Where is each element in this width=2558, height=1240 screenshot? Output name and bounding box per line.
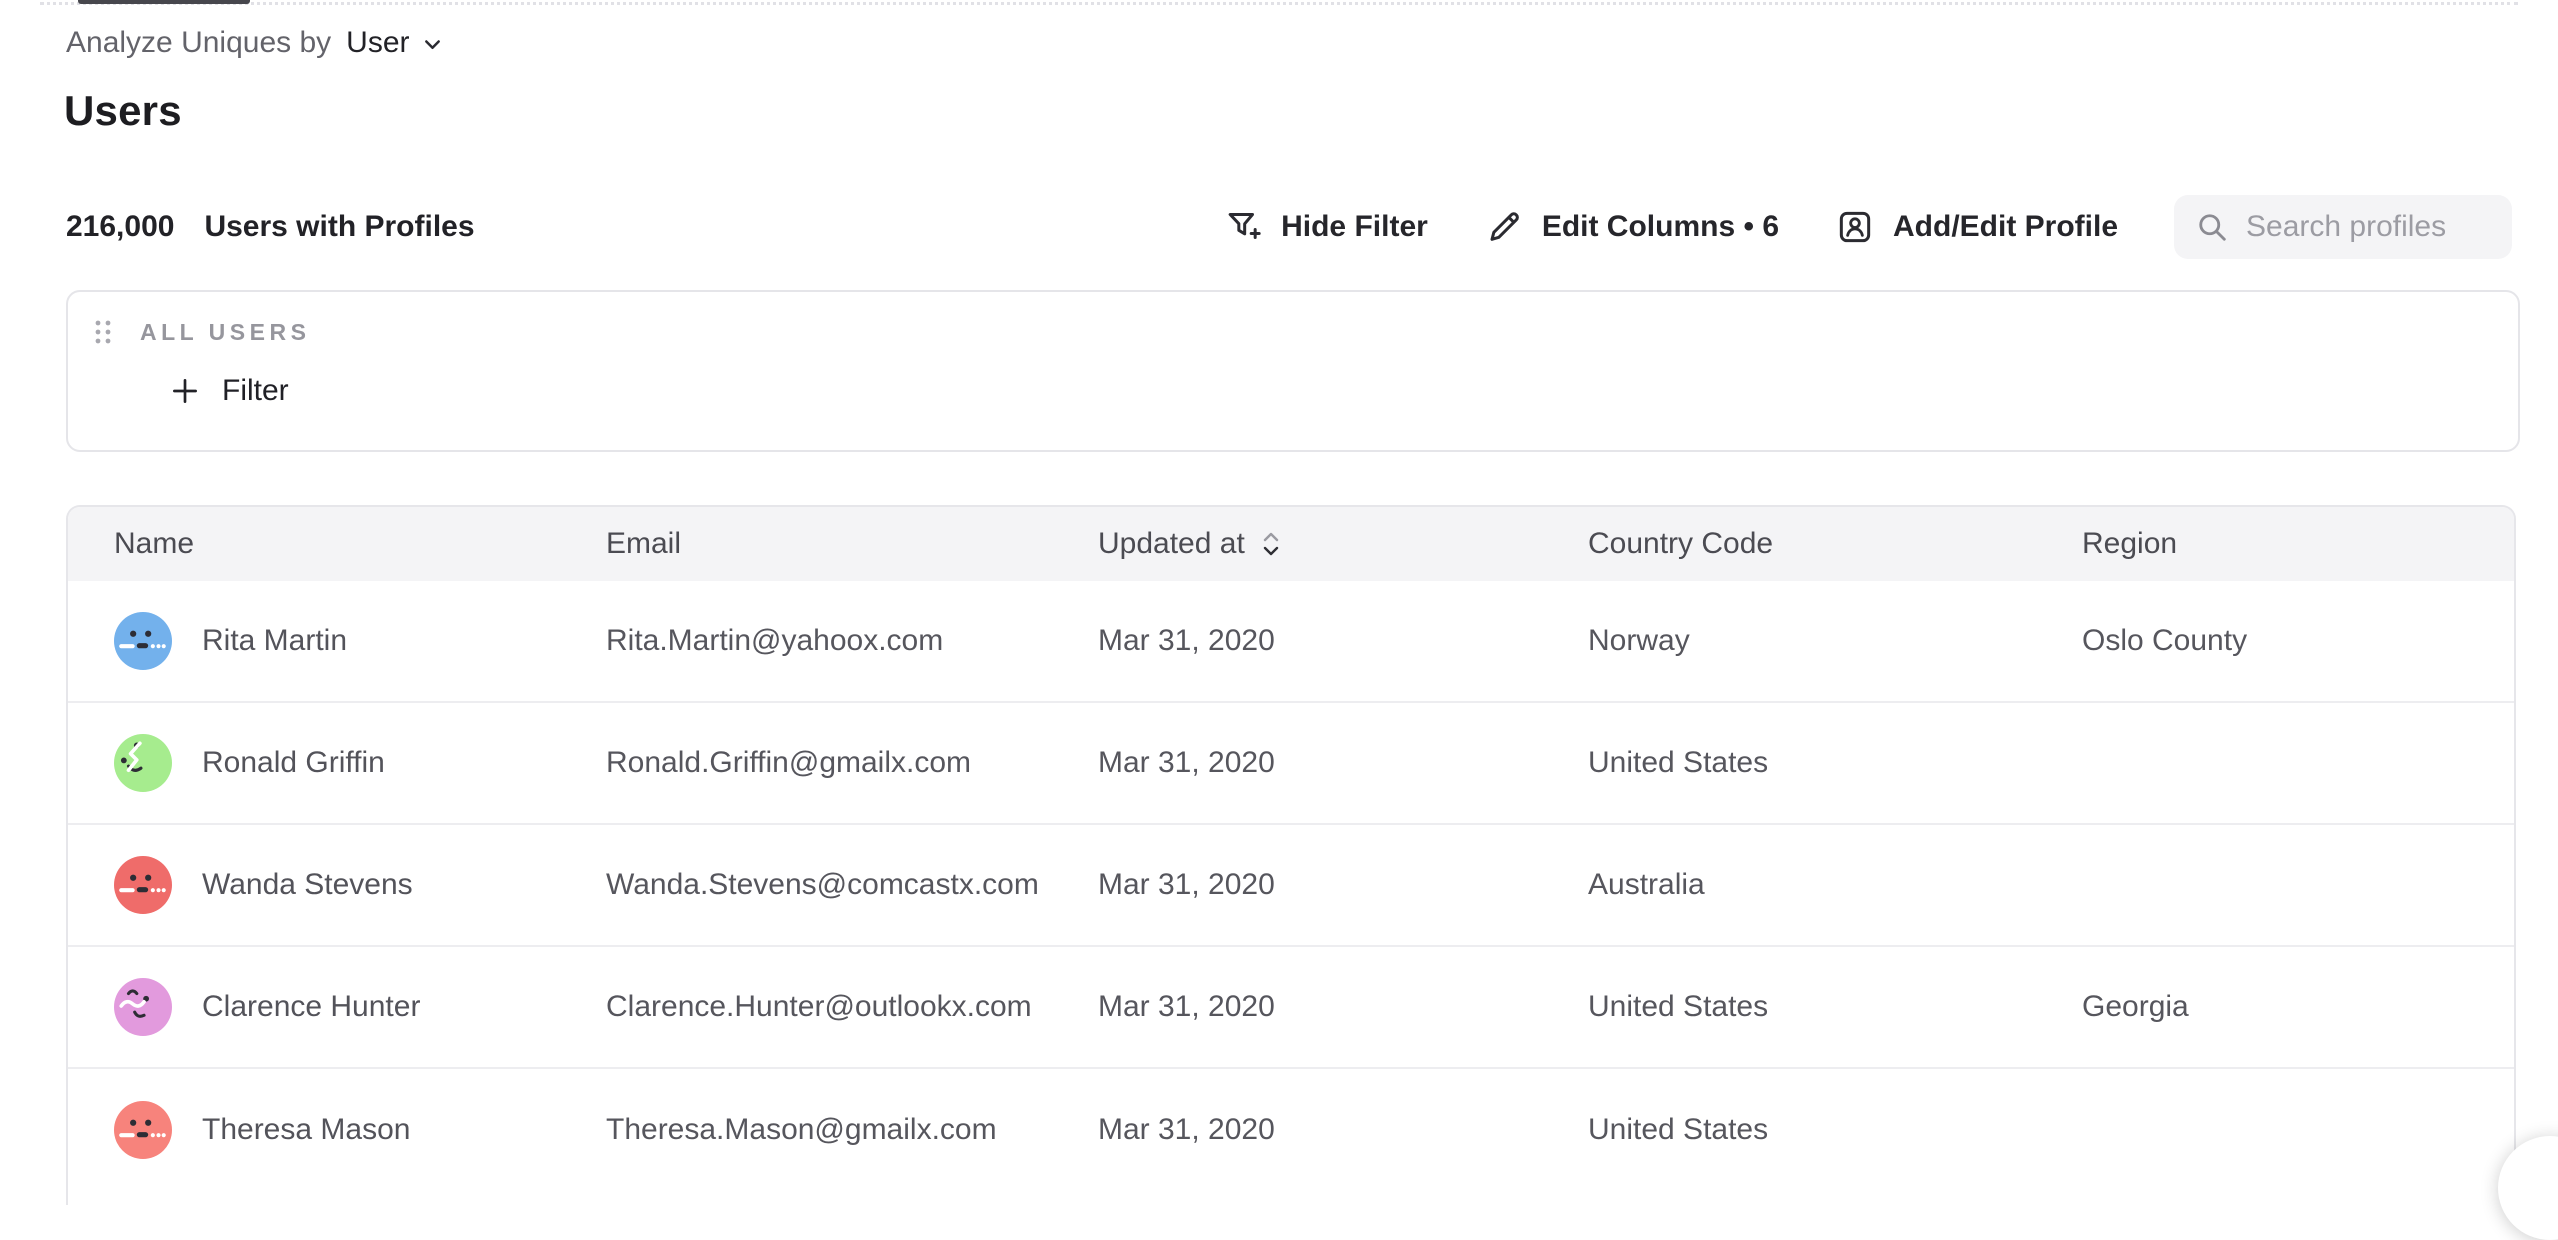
user-updated-at: Mar 31, 2020 [1098,990,1588,1024]
user-updated-at: Mar 31, 2020 [1098,868,1588,902]
column-header-name[interactable]: Name [114,527,606,561]
user-updated-at: Mar 31, 2020 [1098,624,1588,658]
add-filter-button[interactable]: Filter [168,374,289,408]
search-icon [2194,209,2230,245]
user-region: Oslo County [2082,624,2514,658]
user-email: Wanda.Stevens@comcastx.com [606,868,1098,902]
column-header-updated-at[interactable]: Updated at [1098,527,1588,561]
add-edit-profile-button[interactable]: Add/Edit Profile [1835,207,2118,247]
add-edit-profile-label: Add/Edit Profile [1893,210,2118,244]
user-count-label: Users with Profiles [204,210,474,244]
user-email: Clarence.Hunter@outlookx.com [606,990,1098,1024]
column-header-region[interactable]: Region [2082,527,2514,561]
filter-panel: ALL USERS Filter [66,290,2520,452]
user-name-cell: Ronald Griffin [114,734,606,792]
user-name: Rita Martin [202,624,347,658]
chevron-down-icon [419,28,446,58]
uniques-by-value: User [346,24,409,62]
user-name-cell: Wanda Stevens [114,856,606,914]
user-name: Ronald Griffin [202,746,385,780]
user-name-cell: Clarence Hunter [114,978,606,1036]
hide-filter-label: Hide Filter [1281,210,1428,244]
toolbar: 216,000 Users with Profiles Hide Filter … [66,194,2512,260]
pencil-icon [1484,207,1524,247]
scrolled-element-edge [78,0,250,4]
table-row[interactable]: Wanda Stevens Wanda.Stevens@comcastx.com… [68,825,2514,947]
user-country-code: Australia [1588,868,2082,902]
user-count: 216,000 [66,210,174,244]
search-profiles-input[interactable] [2246,210,2492,244]
user-updated-at: Mar 31, 2020 [1098,1113,1588,1147]
page-title: Users [64,84,182,138]
edit-columns-button[interactable]: Edit Columns • 6 [1484,207,1779,247]
user-region: Georgia [2082,990,2514,1024]
user-name-cell: Theresa Mason [114,1101,606,1159]
user-email: Rita.Martin@yahoox.com [606,624,1098,658]
avatar [114,612,172,670]
users-table: Name Email Updated at Country Code Regio… [66,505,2516,1205]
edit-columns-label: Edit Columns • 6 [1542,210,1779,244]
column-header-email[interactable]: Email [606,527,1098,561]
breadcrumb: Analyze Uniques by User [66,24,446,62]
avatar [114,978,172,1036]
user-name: Wanda Stevens [202,868,413,902]
user-country-code: United States [1588,990,2082,1024]
uniques-by-selector[interactable]: User [346,24,445,62]
user-name: Clarence Hunter [202,990,420,1024]
table-row[interactable]: Clarence Hunter Clarence.Hunter@outlookx… [68,947,2514,1069]
drag-handle-icon[interactable] [92,316,114,348]
table-row[interactable]: Rita Martin Rita.Martin@yahoox.com Mar 3… [68,581,2514,703]
analyze-uniques-by-label: Analyze Uniques by [66,24,331,62]
user-name-cell: Rita Martin [114,612,606,670]
plus-icon [168,374,202,408]
toolbar-actions: Hide Filter Edit Columns • 6 Add/Edit Pr… [1223,195,2512,259]
user-count-group: 216,000 Users with Profiles [66,210,475,244]
sort-chevrons-icon[interactable] [1259,527,1283,561]
scrolled-divider-dotted [40,2,2518,5]
user-email: Theresa.Mason@gmailx.com [606,1113,1098,1147]
user-updated-at: Mar 31, 2020 [1098,746,1588,780]
user-country-code: Norway [1588,624,2082,658]
table-body: Rita Martin Rita.Martin@yahoox.com Mar 3… [68,581,2514,1191]
column-header-country-code[interactable]: Country Code [1588,527,2082,561]
hide-filter-button[interactable]: Hide Filter [1223,207,1428,247]
add-filter-label: Filter [222,374,289,408]
table-row[interactable]: Theresa Mason Theresa.Mason@gmailx.com M… [68,1069,2514,1191]
filter-group-header: ALL USERS [92,314,310,350]
avatar [114,856,172,914]
user-country-code: United States [1588,1113,2082,1147]
user-country-code: United States [1588,746,2082,780]
user-email: Ronald.Griffin@gmailx.com [606,746,1098,780]
table-header-row: Name Email Updated at Country Code Regio… [68,507,2514,581]
avatar [114,734,172,792]
user-name: Theresa Mason [202,1113,410,1147]
avatar [114,1101,172,1159]
search-box[interactable] [2174,195,2512,259]
profile-card-icon [1835,207,1875,247]
filter-group-label: ALL USERS [140,319,310,346]
table-row[interactable]: Ronald Griffin Ronald.Griffin@gmailx.com… [68,703,2514,825]
funnel-plus-icon [1223,207,1263,247]
